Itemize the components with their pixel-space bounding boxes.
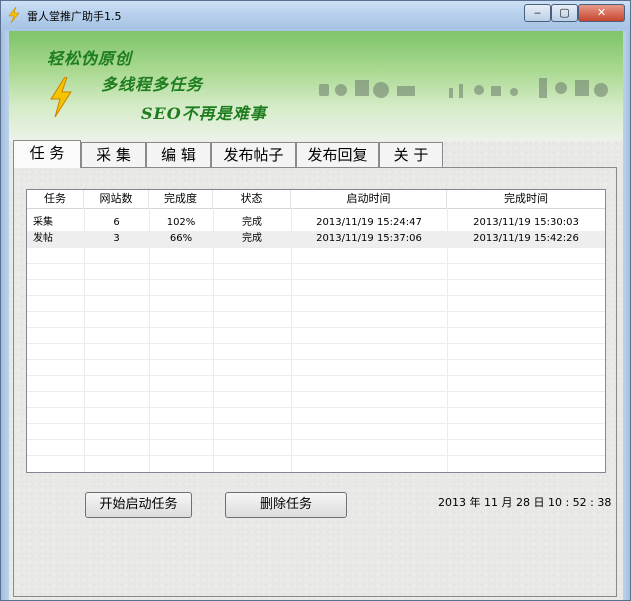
status-cell: 完成 [242, 217, 262, 228]
column-header[interactable]: 网站数 [84, 190, 149, 208]
window-frame-left [1, 31, 9, 600]
tab-about[interactable]: 关 于 [379, 142, 443, 167]
grid-line [27, 247, 605, 248]
window-title: 雷人堂推广助手1.5 [27, 10, 122, 23]
column-header[interactable]: 启动时间 [291, 190, 447, 208]
column-header[interactable]: 任务 [27, 190, 84, 208]
grid-line [27, 359, 605, 360]
minimize-button[interactable]: ‒ [524, 4, 551, 22]
tab-publish-post[interactable]: 发布帖子 [211, 142, 296, 167]
column-header[interactable]: 状态 [213, 190, 291, 208]
site-count-cell: 3 [113, 233, 120, 244]
task-name-cell: 发帖 [33, 233, 53, 244]
tab-tasks[interactable]: 任 务 [13, 140, 81, 168]
grid-line [27, 279, 605, 280]
maximize-button[interactable]: ▢ [551, 4, 578, 22]
table-row[interactable]: 采集 6 102% 完成 2013/11/19 15:24:47 2013/11… [27, 215, 605, 231]
grid-line [27, 439, 605, 440]
lightning-logo-icon [50, 77, 72, 117]
grid-line [27, 295, 605, 296]
maximize-icon: ▢ [559, 6, 570, 19]
grid-line [27, 263, 605, 264]
tab-collect[interactable]: 采 集 [81, 142, 146, 167]
list-header: 任务 网站数 完成度 状态 启动时间 完成时间 [27, 190, 605, 209]
grid-line [27, 455, 605, 456]
task-list[interactable]: 任务 网站数 完成度 状态 启动时间 完成时间 采集 6 102% 完成 201… [26, 189, 606, 473]
current-datetime: 2013 年 11 月 28 日 10 : 52 : 38 [438, 496, 612, 509]
decorative-illustration [319, 78, 608, 98]
minimize-icon: ‒ [534, 6, 541, 19]
grid-line [27, 391, 605, 392]
grid-line [27, 375, 605, 376]
start-time-cell: 2013/11/19 15:24:47 [316, 217, 422, 228]
title-bar[interactable]: 雷人堂推广助手1.5 ‒ ▢ ✕ [1, 1, 630, 29]
task-name-cell: 采集 [33, 217, 53, 228]
end-time-cell: 2013/11/19 15:42:26 [473, 233, 579, 244]
close-button[interactable]: ✕ [578, 4, 625, 22]
tab-edit[interactable]: 编 辑 [146, 142, 211, 167]
grid-line [27, 343, 605, 344]
progress-cell: 102% [166, 217, 196, 228]
column-header[interactable]: 完成时间 [447, 190, 605, 208]
banner: 轻松伪原创 多线程多任务 SEO不再是难事 [9, 31, 623, 141]
delete-task-button[interactable]: 删除任务 [225, 492, 347, 518]
tab-bar: 任 务 采 集 编 辑 发布帖子 发布回复 关 于 [13, 140, 619, 168]
client-area: 轻松伪原创 多线程多任务 SEO不再是难事 任 务 采 集 编 辑 发布帖子 发… [9, 31, 623, 600]
progress-cell: 66% [169, 233, 193, 244]
slogan-line-2: 多线程多任务 [101, 75, 204, 94]
table-row[interactable]: 发帖 3 66% 完成 2013/11/19 15:37:06 2013/11/… [27, 231, 605, 247]
grid-line [27, 311, 605, 312]
slogan-line-1: 轻松伪原创 [47, 49, 133, 68]
window-frame-right [623, 31, 630, 600]
lightning-icon [8, 7, 20, 23]
start-time-cell: 2013/11/19 15:37:06 [316, 233, 422, 244]
app-window: 雷人堂推广助手1.5 ‒ ▢ ✕ 轻松伪原创 多线程多任务 SEO不再是难事 任… [0, 0, 631, 601]
close-icon: ✕ [596, 6, 607, 19]
tab-publish-reply[interactable]: 发布回复 [296, 142, 379, 167]
grid-line [27, 407, 605, 408]
slogan-line-3: SEO不再是难事 [141, 104, 267, 123]
grid-line [27, 327, 605, 328]
site-count-cell: 6 [113, 217, 120, 228]
status-cell: 完成 [242, 233, 262, 244]
end-time-cell: 2013/11/19 15:30:03 [473, 217, 579, 228]
grid-line [27, 423, 605, 424]
column-header[interactable]: 完成度 [149, 190, 213, 208]
start-task-button[interactable]: 开始启动任务 [85, 492, 192, 518]
